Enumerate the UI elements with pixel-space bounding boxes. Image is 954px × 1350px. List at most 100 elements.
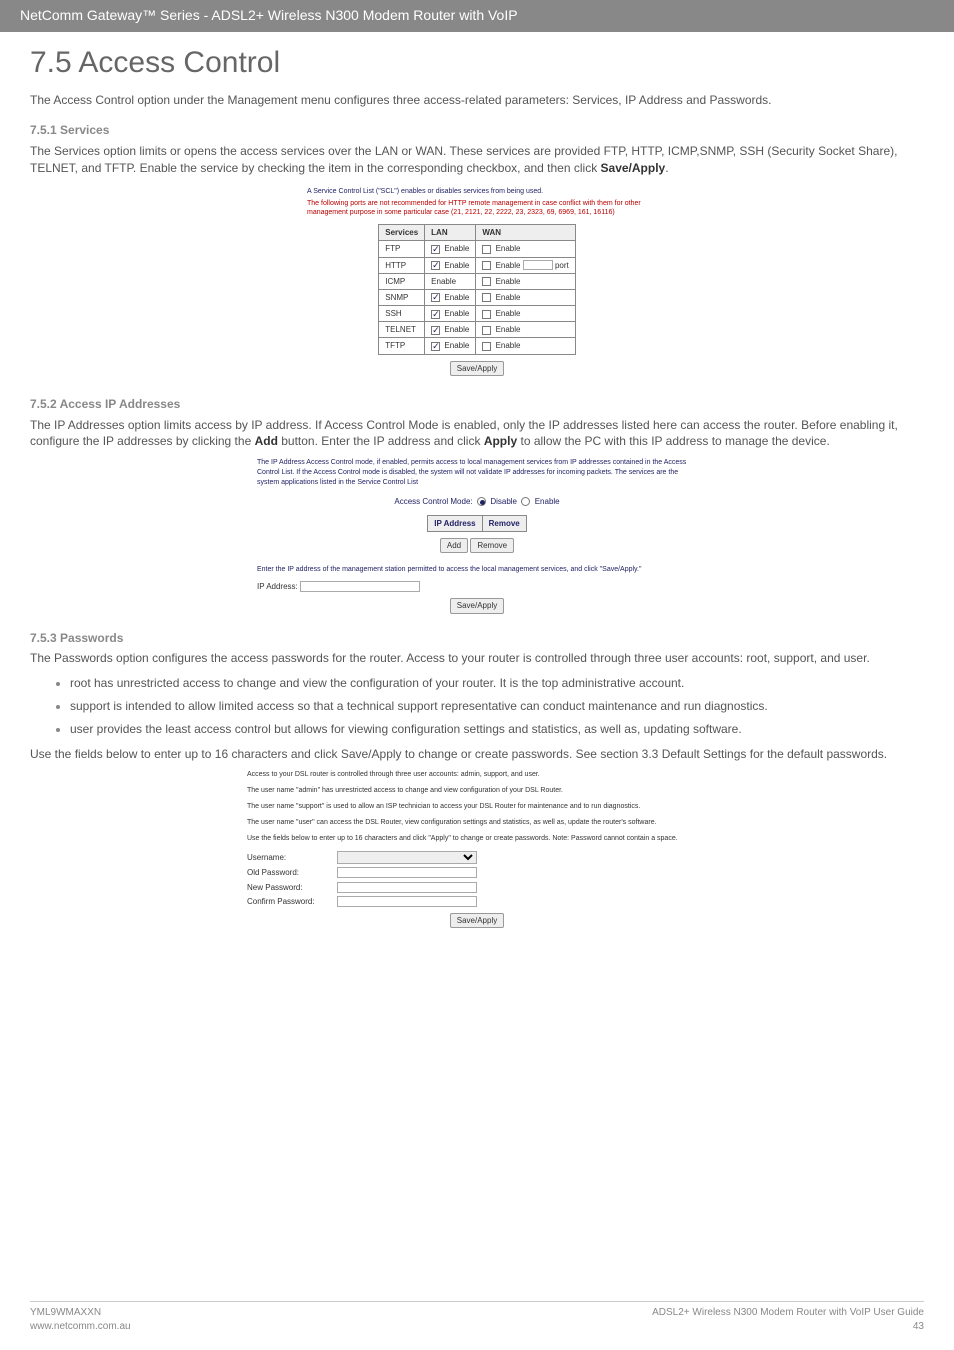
ipaddr-heading: 7.5.2 Access IP Addresses bbox=[30, 396, 924, 413]
lbl-port: port bbox=[555, 261, 569, 270]
section-intro: The Access Control option under the Mana… bbox=[30, 92, 924, 109]
ip-note: The IP Address Access Control mode, if e… bbox=[257, 458, 697, 487]
services-heading: 7.5.1 Services bbox=[30, 122, 924, 139]
services-save-btn[interactable]: Save/Apply bbox=[450, 361, 504, 376]
services-table: Services LAN WAN FTP Enable Enable HTTP … bbox=[378, 224, 576, 355]
pw-heading: 7.5.3 Passwords bbox=[30, 630, 924, 647]
pw-old-input[interactable] bbox=[337, 867, 477, 878]
footer-left: YML9WMAXXN www.netcomm.com.au bbox=[30, 1306, 131, 1334]
ip-input[interactable] bbox=[300, 581, 420, 592]
services-text: The Services option limits or opens the … bbox=[30, 143, 924, 177]
ip-save-btn[interactable]: Save/Apply bbox=[450, 598, 504, 613]
ip-field-label: IP Address: bbox=[257, 582, 298, 591]
snmp-lan-chk[interactable] bbox=[431, 293, 440, 302]
pw-l1: Access to your DSL router is controlled … bbox=[247, 770, 707, 780]
scl-note-1: A Service Control List ("SCL") enables o… bbox=[307, 187, 647, 197]
row-telnet: TELNET bbox=[379, 322, 425, 338]
ip-disable-radio[interactable] bbox=[477, 497, 486, 506]
lbl: Enable bbox=[444, 244, 469, 253]
ip-post: to allow the PC with this IP address to … bbox=[517, 434, 830, 448]
row-icmp: ICMP bbox=[379, 273, 425, 289]
pw-bullet-root: root has unrestricted access to change a… bbox=[70, 675, 924, 692]
pw-l3: The user name "support" is used to allow… bbox=[247, 802, 707, 812]
pw-new-input[interactable] bbox=[337, 882, 477, 893]
th-services: Services bbox=[379, 225, 425, 241]
http-port-input[interactable] bbox=[523, 260, 553, 270]
pw-user-select[interactable] bbox=[337, 851, 477, 864]
lbl: Enable bbox=[496, 341, 521, 350]
pw-outro: Use the fields below to enter up to 16 c… bbox=[30, 746, 924, 763]
ip-bold-add: Add bbox=[255, 434, 278, 448]
tftp-wan-chk[interactable] bbox=[482, 342, 491, 351]
ip-remove-btn[interactable]: Remove bbox=[470, 538, 514, 553]
ftp-wan-chk[interactable] bbox=[482, 245, 491, 254]
tftp-lan-chk[interactable] bbox=[431, 342, 440, 351]
pw-new-label: New Password: bbox=[247, 882, 337, 893]
row-ssh: SSH bbox=[379, 306, 425, 322]
ip-mid: button. Enter the IP address and click bbox=[278, 434, 484, 448]
ip-enable-radio[interactable] bbox=[521, 497, 530, 506]
ipaddr-screenshot: The IP Address Access Control mode, if e… bbox=[257, 458, 697, 613]
row-tftp: TFTP bbox=[379, 338, 425, 354]
pw-screenshot: Access to your DSL router is controlled … bbox=[247, 770, 707, 928]
page-content: 7.5 Access Control The Access Control op… bbox=[0, 42, 954, 1029]
header-bar: NetComm Gateway™ Series - ADSL2+ Wireles… bbox=[0, 0, 954, 32]
pw-old-label: Old Password: bbox=[247, 867, 337, 878]
snmp-wan-chk[interactable] bbox=[482, 293, 491, 302]
pw-l4: The user name "user" can access the DSL … bbox=[247, 818, 707, 828]
ip-disable-lbl: Disable bbox=[490, 497, 517, 506]
th-lan: LAN bbox=[425, 225, 476, 241]
ip-mode-row: Access Control Mode: Disable Enable bbox=[257, 496, 697, 507]
pw-confirm-input[interactable] bbox=[337, 896, 477, 907]
footer-page: 43 bbox=[652, 1320, 924, 1334]
row-http: HTTP bbox=[379, 257, 425, 273]
ip-enable-lbl: Enable bbox=[535, 497, 560, 506]
services-screenshot: A Service Control List ("SCL") enables o… bbox=[307, 187, 647, 376]
pw-bullet-user: user provides the least access control b… bbox=[70, 721, 924, 738]
lbl: Enable bbox=[444, 309, 469, 318]
lbl: Enable bbox=[496, 277, 521, 286]
pw-user-label: Username: bbox=[247, 852, 337, 863]
icmp-wan-chk[interactable] bbox=[482, 277, 491, 286]
pw-l2: The user name "admin" has unrestricted a… bbox=[247, 786, 707, 796]
footer-guide: ADSL2+ Wireless N300 Modem Router with V… bbox=[652, 1306, 924, 1320]
th-remove: Remove bbox=[482, 515, 526, 531]
ssh-lan-chk[interactable] bbox=[431, 310, 440, 319]
pw-l5: Use the fields below to enter up to 16 c… bbox=[247, 834, 707, 844]
footer: YML9WMAXXN www.netcomm.com.au ADSL2+ Wir… bbox=[30, 1301, 924, 1334]
services-text-pre: The Services option limits or opens the … bbox=[30, 144, 897, 175]
pw-intro: The Passwords option configures the acce… bbox=[30, 650, 924, 667]
lbl: Enable bbox=[444, 341, 469, 350]
ftp-lan-chk[interactable] bbox=[431, 245, 440, 254]
pw-bullets: root has unrestricted access to change a… bbox=[70, 675, 924, 737]
section-title: 7.5 Access Control bbox=[30, 42, 924, 84]
lbl: Enable bbox=[496, 325, 521, 334]
ip-mode-label: Access Control Mode: bbox=[394, 497, 472, 506]
lbl: Enable bbox=[444, 261, 469, 270]
lbl: Enable bbox=[496, 293, 521, 302]
lbl: Enable bbox=[444, 325, 469, 334]
lbl: Enable bbox=[496, 244, 521, 253]
ip-add-btn[interactable]: Add bbox=[440, 538, 468, 553]
lbl: Enable bbox=[431, 277, 456, 286]
pw-bullet-support: support is intended to allow limited acc… bbox=[70, 698, 924, 715]
ssh-wan-chk[interactable] bbox=[482, 310, 491, 319]
scl-note-2: The following ports are not recommended … bbox=[307, 199, 647, 219]
telnet-lan-chk[interactable] bbox=[431, 326, 440, 335]
telnet-wan-chk[interactable] bbox=[482, 326, 491, 335]
row-ftp: FTP bbox=[379, 241, 425, 257]
http-wan-chk[interactable] bbox=[482, 261, 491, 270]
lbl: Enable bbox=[496, 309, 521, 318]
lbl: Enable bbox=[444, 293, 469, 302]
footer-url: www.netcomm.com.au bbox=[30, 1320, 131, 1334]
footer-right: ADSL2+ Wireless N300 Modem Router with V… bbox=[652, 1306, 924, 1334]
http-lan-chk[interactable] bbox=[431, 261, 440, 270]
pw-save-btn[interactable]: Save/Apply bbox=[450, 913, 504, 928]
pw-confirm-label: Confirm Password: bbox=[247, 896, 337, 907]
ip-field-row: IP Address: bbox=[257, 581, 697, 592]
row-snmp: SNMP bbox=[379, 289, 425, 305]
th-ipaddr: IP Address bbox=[428, 515, 482, 531]
services-text-post: . bbox=[665, 161, 668, 175]
ip-instr: Enter the IP address of the management s… bbox=[257, 565, 697, 575]
ip-bold-apply: Apply bbox=[484, 434, 517, 448]
